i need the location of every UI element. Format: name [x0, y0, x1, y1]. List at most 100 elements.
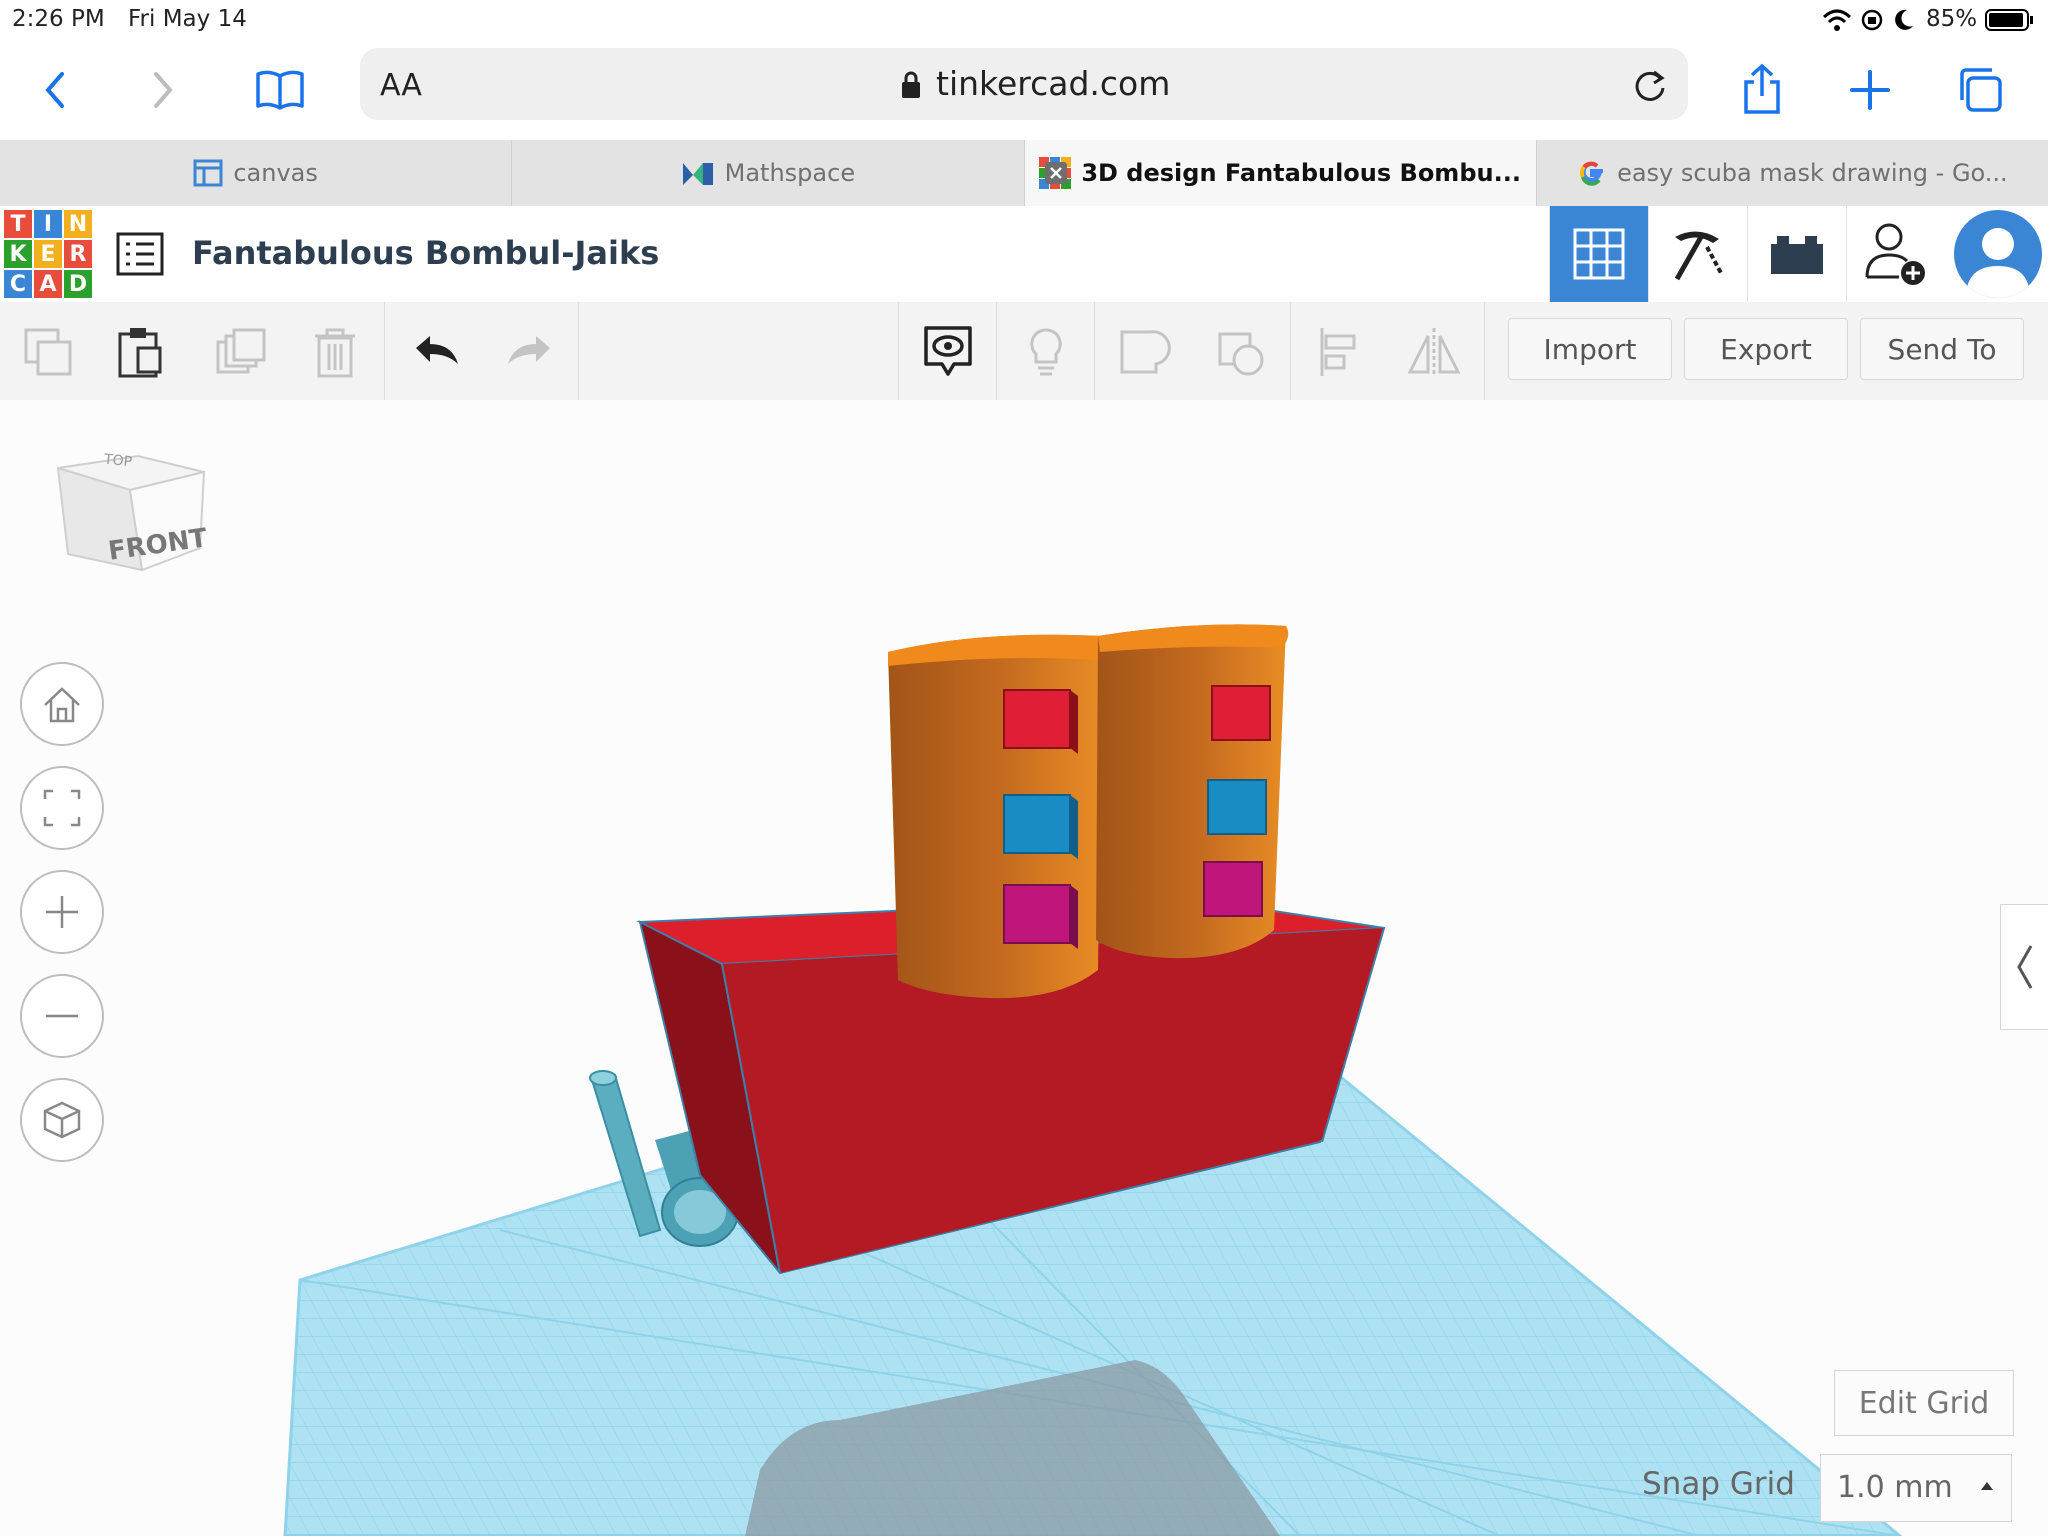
- side-panel-toggle[interactable]: [2000, 904, 2048, 1030]
- battery-icon: [1985, 9, 2033, 31]
- tab-label: Mathspace: [724, 159, 856, 187]
- orange-half-cylinder-left[interactable]: [888, 634, 1105, 999]
- tabs-overview-icon[interactable]: [1950, 60, 2010, 120]
- snap-grid-label: Snap Grid: [1642, 1466, 1795, 1502]
- tab-google-search[interactable]: easy scuba mask drawing - Go...: [1537, 140, 2048, 206]
- browser-tab-bar: canvas Mathspace 3D design Fantabulous B…: [0, 140, 2048, 206]
- tab-mathspace[interactable]: Mathspace: [512, 140, 1025, 206]
- perspective-button[interactable]: [20, 1078, 104, 1162]
- fit-view-icon: [43, 789, 81, 827]
- bricks-button[interactable]: [1747, 206, 1846, 302]
- text-size-button[interactable]: AA: [380, 68, 422, 103]
- redo-button[interactable]: [500, 322, 560, 382]
- home-view-button[interactable]: [20, 662, 104, 746]
- edit-toolbar: Import Export Send To: [0, 302, 2048, 401]
- show-notes-button[interactable]: [918, 322, 978, 382]
- logo-letter: C: [4, 270, 32, 298]
- paste-button[interactable]: [110, 322, 170, 382]
- logo-letter: D: [64, 270, 92, 298]
- import-button[interactable]: Import: [1508, 318, 1672, 380]
- logo-letter: R: [64, 240, 92, 268]
- view-cube-top-label: TOP: [103, 451, 133, 471]
- clipboard-icon: [118, 328, 162, 378]
- export-button[interactable]: Export: [1684, 318, 1848, 380]
- url-text[interactable]: tinkercad.com: [936, 64, 1170, 103]
- ungroup-button[interactable]: [1212, 322, 1272, 382]
- group-button[interactable]: [1114, 322, 1174, 382]
- status-time: 2:26 PM: [12, 6, 105, 32]
- trash-icon: [315, 328, 355, 378]
- canvas-icon: [193, 159, 223, 187]
- new-tab-icon[interactable]: [1840, 60, 1900, 120]
- grid-view-icon: [1573, 228, 1625, 280]
- hints-button[interactable]: [1016, 322, 1076, 382]
- speech-eye-icon: [924, 326, 972, 376]
- orange-half-cylinder-right[interactable]: [1096, 624, 1289, 959]
- zoom-in-button[interactable]: [20, 870, 104, 954]
- pickaxe-icon: [1674, 231, 1723, 281]
- minus-icon: [46, 1014, 78, 1018]
- bookmarks-icon[interactable]: [250, 60, 310, 120]
- tab-canvas[interactable]: canvas: [0, 140, 513, 206]
- reload-icon[interactable]: [1630, 66, 1670, 106]
- group-icon: [1120, 330, 1171, 374]
- 3d-design-view-button[interactable]: [1549, 206, 1648, 302]
- design-title[interactable]: Fantabulous Bombul-Jaiks: [192, 234, 659, 272]
- mirror-icon: [1407, 328, 1461, 376]
- mirror-button[interactable]: [1404, 322, 1464, 382]
- codeblocks-button[interactable]: [1648, 206, 1747, 302]
- design-list-icon[interactable]: [116, 230, 164, 278]
- add-user-icon: [1865, 223, 1925, 285]
- invite-user-button[interactable]: [1846, 206, 1945, 302]
- forward-icon[interactable]: [132, 60, 192, 120]
- ungroup-icon: [1218, 332, 1264, 376]
- mathspace-logo-icon: [682, 163, 713, 185]
- copy-icon: [24, 328, 72, 376]
- share-icon[interactable]: [1732, 60, 1792, 120]
- logo-letter: T: [4, 210, 32, 238]
- tab-label: canvas: [233, 159, 318, 187]
- tab-label: easy scuba mask drawing - Go...: [1617, 159, 2008, 187]
- send-to-button[interactable]: Send To: [1860, 318, 2024, 380]
- logo-letter: I: [34, 210, 62, 238]
- status-bar: 2:26 PM Fri May 14 85%: [0, 0, 2048, 40]
- workplane-canvas[interactable]: TOP FRONT Edit Grid Snap Grid 1.0 mm: [0, 400, 2048, 1536]
- browser-toolbar: AA tinkercad.com: [0, 40, 2048, 140]
- align-icon: [1320, 328, 1356, 376]
- align-button[interactable]: [1310, 322, 1370, 382]
- logo-letter: K: [4, 240, 32, 268]
- tab-label: 3D design Fantabulous Bombu...: [1081, 159, 1521, 187]
- back-icon[interactable]: [26, 60, 86, 120]
- wifi-icon: [1822, 9, 1852, 31]
- logo-letter: N: [64, 210, 92, 238]
- duplicate-icon: [216, 328, 266, 374]
- fit-view-button[interactable]: [20, 766, 104, 850]
- plus-icon: [46, 896, 78, 928]
- copy-button[interactable]: [18, 322, 78, 382]
- snap-grid-select[interactable]: 1.0 mm: [1820, 1454, 2012, 1522]
- orientation-lock-icon: [1861, 9, 1883, 31]
- view-cube[interactable]: TOP FRONT: [50, 450, 210, 610]
- logo-letter: E: [34, 240, 62, 268]
- delete-button[interactable]: [305, 322, 365, 382]
- caret-up-icon: [1981, 1482, 1993, 1490]
- tab-3d-design[interactable]: 3D design Fantabulous Bombu...: [1024, 140, 1537, 206]
- address-bar[interactable]: AA tinkercad.com: [360, 48, 1688, 120]
- redo-icon: [508, 336, 550, 364]
- 3d-scene[interactable]: [0, 400, 2048, 1536]
- app-header: T I N K E R C A D Fantabulous Bombul-Jai…: [0, 206, 2048, 304]
- lock-icon: [902, 71, 920, 98]
- user-avatar-icon: [1966, 228, 2030, 298]
- undo-button[interactable]: [406, 322, 466, 382]
- google-logo-icon: [1580, 161, 1604, 186]
- zoom-out-button[interactable]: [20, 974, 104, 1058]
- duplicate-button[interactable]: [210, 322, 270, 382]
- moon-icon: [1895, 9, 1913, 30]
- battery-percent: 85%: [1926, 6, 1978, 32]
- avatar[interactable]: [1954, 210, 2042, 298]
- home-icon: [44, 687, 80, 723]
- tinkercad-logo[interactable]: T I N K E R C A D: [4, 210, 92, 298]
- cube-icon: [43, 1101, 81, 1139]
- close-tab-icon[interactable]: [1044, 162, 1067, 184]
- edit-grid-button[interactable]: Edit Grid: [1834, 1370, 2014, 1436]
